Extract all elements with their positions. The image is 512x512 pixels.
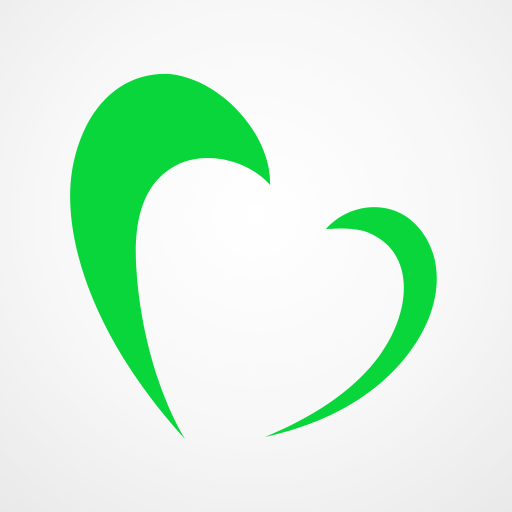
heart-logo-icon bbox=[70, 73, 437, 439]
heart-right-stroke bbox=[265, 207, 437, 437]
heart-left-stroke bbox=[70, 73, 271, 439]
app-icon bbox=[0, 0, 512, 512]
